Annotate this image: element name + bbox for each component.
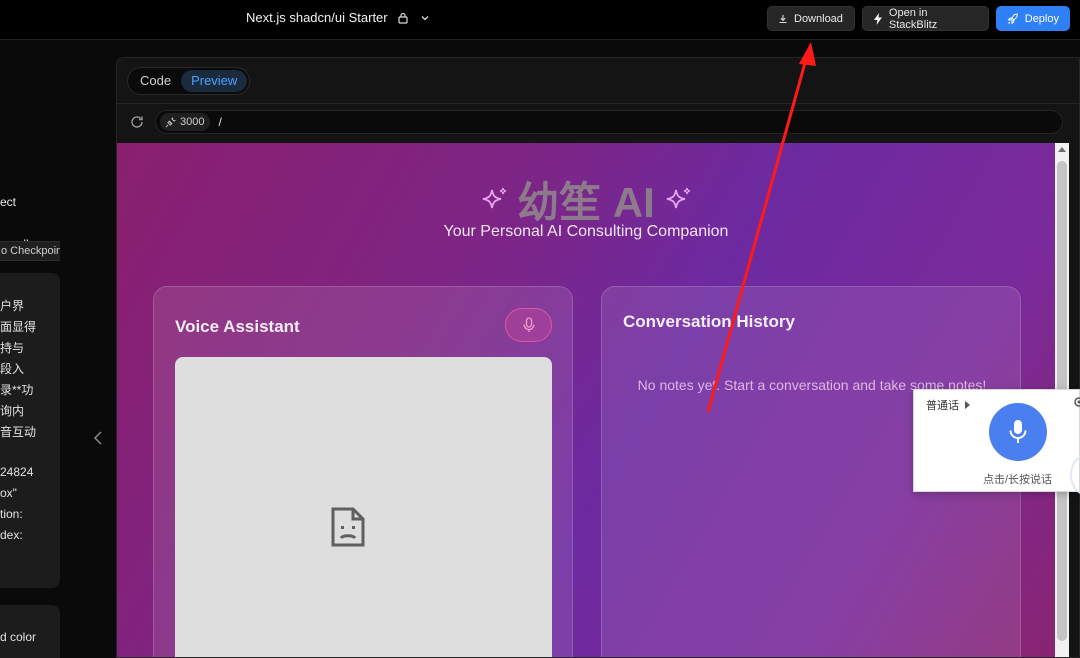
chat-message-card: d color	[0, 605, 60, 658]
chat-line: dex:	[0, 528, 23, 542]
lock-icon	[396, 11, 410, 25]
plug-icon	[165, 117, 176, 127]
mic-button[interactable]	[505, 308, 552, 342]
port-number: 3000	[180, 116, 205, 128]
video-feed	[175, 357, 552, 657]
sparkles-icon	[482, 187, 507, 208]
chevron-down-icon[interactable]	[418, 11, 432, 25]
microphone-icon	[1009, 420, 1027, 443]
view-tabs: Code Preview	[127, 67, 251, 95]
chat-panel: ect ng all o Checkpoint 户界 面显得 持与 段入 录**…	[0, 41, 60, 658]
chat-line: 24824	[0, 465, 34, 479]
app-title: 幼笙 AI	[517, 179, 655, 226]
chat-line: 询内	[0, 404, 25, 418]
project-title: Next.js shadcn/ui Starter	[246, 10, 388, 25]
port-selector[interactable]: 3000	[160, 113, 211, 131]
stackblitz-label: Open in StackBlitz	[888, 6, 938, 31]
app-subtitle: Your Personal AI Consulting Companion	[443, 223, 729, 240]
divider	[117, 103, 1079, 104]
chat-text: ect	[0, 195, 17, 209]
conversation-history-title: Conversation History	[623, 312, 795, 331]
voice-mic-button[interactable]	[989, 403, 1047, 461]
voice-assistant-title: Voice Assistant	[175, 317, 300, 336]
deploy-label: Deploy	[1024, 12, 1059, 25]
chat-line: d color	[0, 630, 37, 644]
chat-line: ox"	[0, 486, 17, 500]
scroll-up-arrow[interactable]	[1058, 147, 1066, 152]
chat-line: 户界	[0, 299, 25, 313]
voice-assistant-card: Voice Assistant	[153, 286, 573, 657]
deploy-button[interactable]: Deploy	[996, 6, 1070, 31]
sparkles-icon	[666, 187, 690, 208]
chevron-left-icon	[93, 431, 102, 445]
language-label: 普通话	[926, 400, 959, 412]
chat-line: tion:	[0, 507, 23, 521]
address-bar[interactable]: 3000 /	[155, 110, 1063, 134]
lightning-icon	[873, 12, 882, 25]
project-title-group[interactable]: Next.js shadcn/ui Starter	[246, 10, 432, 25]
download-label: Download	[794, 12, 843, 25]
checkpoint-badge[interactable]: o Checkpoint	[0, 241, 60, 261]
triangle-right-icon	[965, 401, 970, 409]
broken-page-icon	[331, 507, 365, 547]
chat-line: 面显得	[0, 320, 37, 334]
tab-code[interactable]: Code	[130, 70, 181, 92]
chat-message-card: 户界 面显得 持与 段入 录**功 询内 音互动 24824 ox" tion:…	[0, 273, 60, 588]
app-title-group: 幼笙 AI	[117, 169, 1055, 230]
open-in-stackblitz-button[interactable]: Open in StackBlitz	[862, 6, 989, 31]
microphone-icon	[522, 317, 535, 332]
top-bar: Next.js shadcn/ui Starter Download Open …	[0, 0, 1080, 40]
tab-preview[interactable]: Preview	[181, 70, 248, 92]
download-icon	[779, 14, 787, 23]
download-button[interactable]: Download	[767, 6, 855, 31]
workbench: Code Preview 3000 / 幼笙 AI Your Personal …	[116, 57, 1080, 658]
voice-input-popup: 普通话 点击/长按说话	[913, 389, 1080, 495]
chat-line: 录**功	[0, 383, 34, 397]
chat-line: 持与	[0, 341, 25, 355]
loading-ring	[1070, 455, 1080, 495]
rocket-icon	[1007, 13, 1018, 24]
url-path[interactable]: /	[218, 115, 221, 129]
chat-line: 音互动	[0, 425, 37, 439]
reload-icon[interactable]	[129, 114, 145, 130]
voice-hint: 点击/长按说话	[982, 474, 1053, 486]
collapse-panel-button[interactable]	[90, 428, 106, 448]
language-selector[interactable]: 普通话	[926, 397, 970, 413]
chat-line: 段入	[0, 362, 25, 376]
settings-icon[interactable]	[1073, 396, 1080, 408]
